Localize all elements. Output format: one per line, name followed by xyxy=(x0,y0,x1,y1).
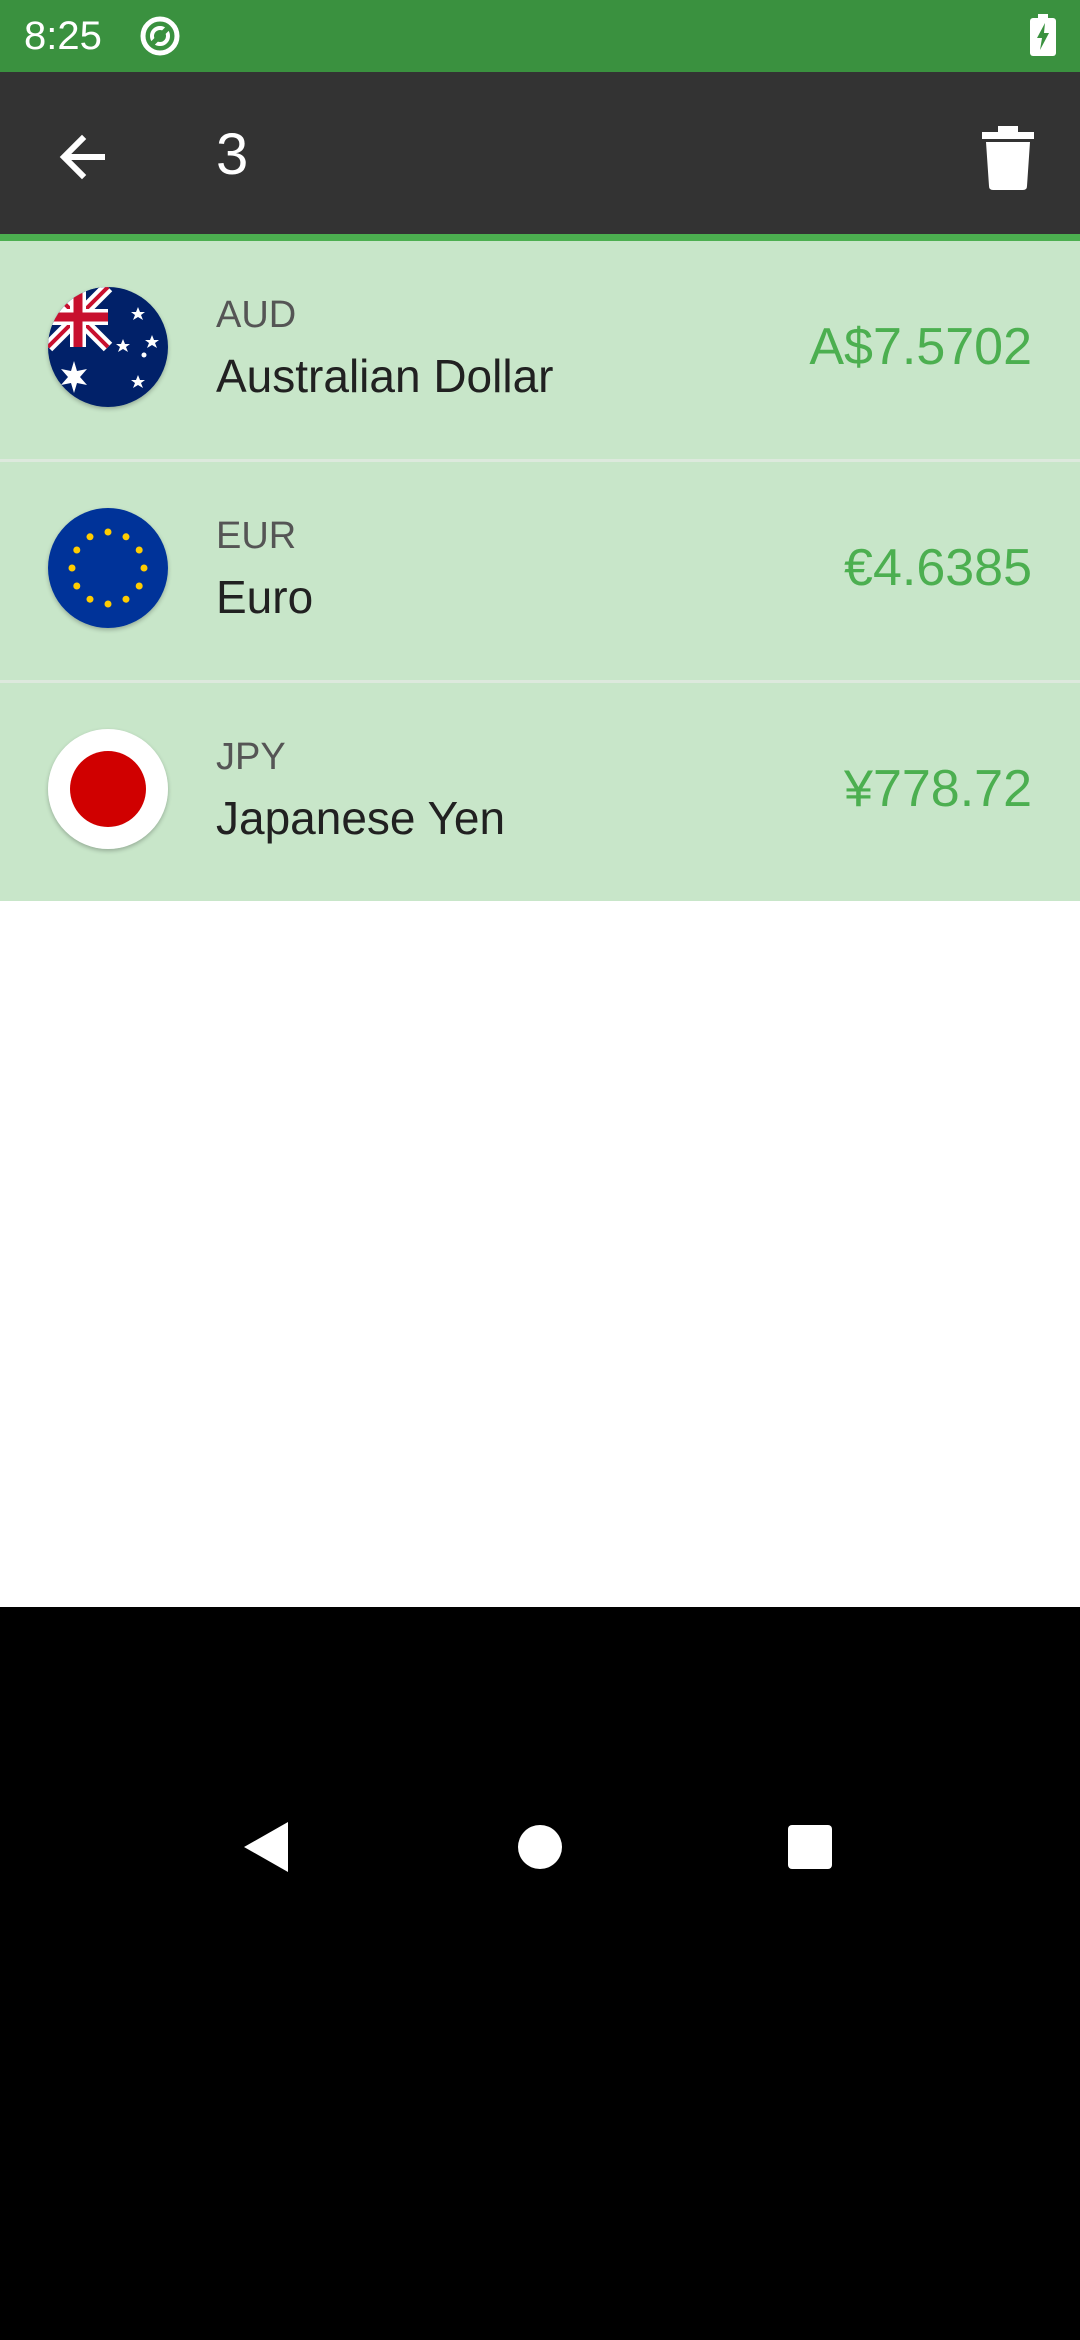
system-nav-bar xyxy=(0,1607,1080,2340)
japan-flag-icon xyxy=(48,729,168,849)
page-title: 3 xyxy=(216,122,249,187)
sync-icon xyxy=(140,16,180,56)
nav-recents-icon[interactable] xyxy=(788,1825,832,1869)
currency-amount: A$7.5702 xyxy=(809,318,1032,376)
currency-code: AUD xyxy=(216,294,297,336)
currency-name: Euro xyxy=(216,571,314,623)
nav-back-icon[interactable] xyxy=(242,1820,290,1874)
currency-amount: €4.6385 xyxy=(844,539,1032,597)
battery-charging-icon xyxy=(1030,14,1056,56)
australia-flag-icon xyxy=(48,287,168,407)
currency-row-eur[interactable]: EUR Euro €4.6385 xyxy=(0,462,1080,680)
currency-name: Australian Dollar xyxy=(216,350,554,402)
currency-code: JPY xyxy=(216,736,286,778)
currency-code: EUR xyxy=(216,515,297,557)
currency-row-aud[interactable]: AUD Australian Dollar A$7.5702 xyxy=(0,241,1080,459)
currency-amount: ¥778.72 xyxy=(844,760,1032,818)
currency-row-jpy[interactable]: JPY Japanese Yen ¥778.72 xyxy=(0,683,1080,901)
status-time: 8:25 xyxy=(24,14,102,58)
app-bar-accent-line xyxy=(0,234,1080,241)
nav-home-icon[interactable] xyxy=(518,1825,562,1869)
trash-icon[interactable] xyxy=(980,124,1036,190)
eu-flag-icon xyxy=(48,508,168,628)
back-arrow-icon[interactable] xyxy=(50,124,116,190)
status-bar: 8:25 xyxy=(0,0,1080,72)
currency-name: Japanese Yen xyxy=(216,792,506,844)
currency-list: AUD Australian Dollar A$7.5702 EUR Euro … xyxy=(0,241,1080,1801)
app-bar: 3 xyxy=(0,72,1080,234)
